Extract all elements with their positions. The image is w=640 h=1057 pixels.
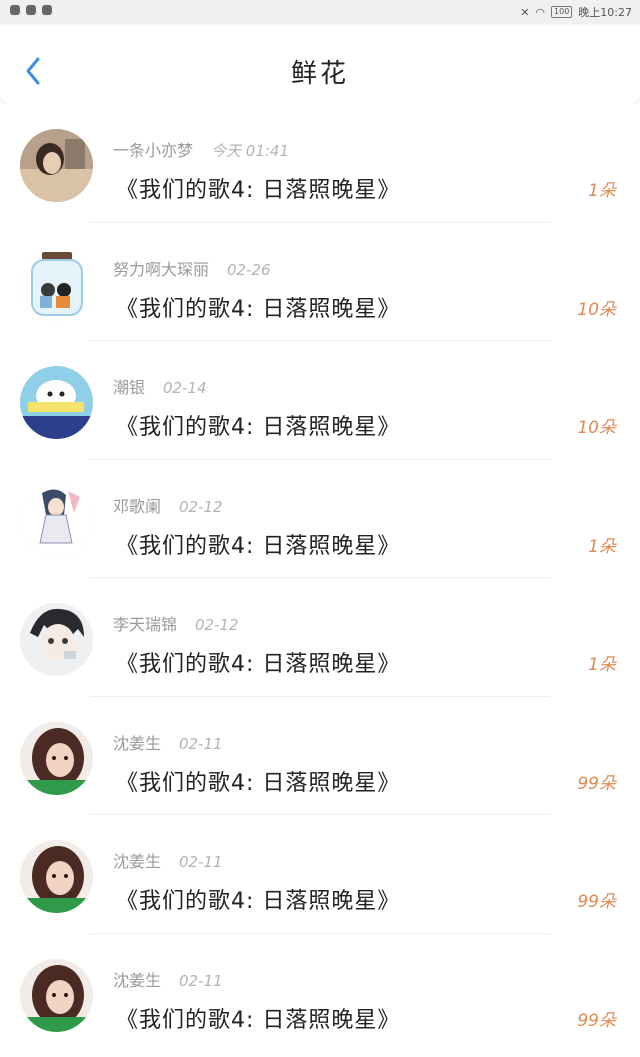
list-item[interactable]: 沈姜生 02-11 《我们的歌4: 日落照晚星》 99朵 [0, 934, 640, 1053]
wifi-icon: ◠ [535, 5, 546, 19]
sender-name[interactable]: 沈姜生 [113, 734, 161, 753]
gift-time: 02-11 [179, 734, 223, 753]
list-item[interactable]: 李天瑞锦 02-12 《我们的歌4: 日落照晚星》 1朵 [0, 578, 640, 697]
gift-time: 02-12 [195, 616, 239, 634]
gift-time: 今天 01:41 [211, 142, 290, 160]
navigation-header: 鲜花 [0, 26, 640, 104]
avatar[interactable] [20, 129, 93, 202]
song-title[interactable]: 《我们的歌4: 日落照晚星》 [116, 1002, 400, 1034]
gift-time: 02-11 [179, 971, 223, 990]
sender-name[interactable]: 沈姜生 [113, 971, 161, 990]
song-title[interactable]: 《我们的歌4: 日落照晚星》 [116, 646, 400, 678]
list-item[interactable]: 沈姜生 02-11 《我们的歌4: 日落照晚星》 99朵 [0, 815, 640, 934]
avatar[interactable] [20, 958, 93, 1032]
song-title[interactable]: 《我们的歌4: 日落照晚星》 [116, 409, 400, 441]
status-time: 晚上10:27 [578, 6, 632, 19]
sender-name[interactable]: 邓歌阑 [113, 497, 161, 516]
gift-time: 02-12 [179, 497, 223, 516]
battery-icon: 100 [551, 6, 573, 18]
status-bar: ✕ ◠ 100 晚上10:27 [0, 0, 640, 24]
song-title[interactable]: 《我们的歌4: 日落照晚星》 [116, 765, 400, 797]
sender-info: 沈姜生 02-11 [113, 848, 223, 872]
avatar[interactable] [20, 247, 93, 321]
list-item[interactable]: 努力啊大琛丽 02-26 《我们的歌4: 日落照晚星》 10朵 [0, 223, 640, 341]
page-title: 鲜花 [290, 59, 349, 89]
avatar[interactable] [20, 721, 93, 795]
flower-count: 10朵 [577, 418, 616, 438]
sender-info: 一条小亦梦 今天 01:41 [113, 137, 289, 161]
sender-info: 潮银 02-14 [113, 374, 207, 398]
flower-count: 1朵 [588, 536, 616, 557]
avatar[interactable] [20, 603, 93, 676]
song-title[interactable]: 《我们的歌4: 日落照晚星》 [116, 883, 400, 915]
qq-icon [26, 5, 36, 15]
sender-name[interactable]: 潮银 [113, 378, 145, 397]
flower-count: 99朵 [577, 773, 616, 794]
avatar[interactable] [20, 366, 93, 439]
flower-count: 10朵 [577, 299, 616, 320]
sender-info: 沈姜生 02-11 [113, 730, 223, 754]
list-item[interactable]: 沈姜生 02-11 《我们的歌4: 日落照晚星》 99朵 [0, 697, 640, 815]
sender-info: 努力啊大琛丽 02-26 [113, 256, 271, 280]
mute-icon: ✕ [520, 5, 530, 19]
list-item[interactable]: 一条小亦梦 今天 01:41 《我们的歌4: 日落照晚星》 1朵 [0, 104, 640, 223]
sender-info: 沈姜生 02-11 [113, 967, 223, 991]
song-title[interactable]: 《我们的歌4: 日落照晚星》 [116, 528, 400, 560]
sender-info: 邓歌阑 02-12 [113, 493, 223, 517]
list-item[interactable]: 邓歌阑 02-12 《我们的歌4: 日落照晚星》 1朵 [0, 460, 640, 578]
list-item[interactable]: 潮银 02-14 《我们的歌4: 日落照晚星》 10朵 [0, 341, 640, 460]
song-title[interactable]: 《我们的歌4: 日落照晚星》 [116, 172, 400, 204]
sender-name[interactable]: 努力啊大琛丽 [113, 260, 209, 279]
shield-icon [42, 5, 52, 15]
flower-gift-list: 一条小亦梦 今天 01:41 《我们的歌4: 日落照晚星》 1朵 努力啊大琛丽 02… [0, 104, 640, 1057]
flower-count: 99朵 [577, 892, 616, 912]
sender-name[interactable]: 一条小亦梦 [113, 141, 193, 160]
avatar[interactable] [20, 840, 93, 913]
song-title[interactable]: 《我们的歌4: 日落照晚星》 [116, 291, 400, 323]
sender-info: 李天瑞锦 02-12 [113, 611, 239, 635]
gift-time: 02-11 [179, 853, 223, 871]
system-status: ✕ ◠ 100 晚上10:27 [520, 4, 632, 20]
wechat-icon [10, 5, 20, 15]
flower-count: 99朵 [577, 1010, 616, 1031]
notification-icons [10, 5, 52, 15]
sender-name[interactable]: 沈姜生 [113, 852, 161, 871]
avatar[interactable] [20, 484, 93, 558]
gift-time: 02-26 [227, 260, 271, 279]
gift-time: 02-14 [163, 379, 207, 397]
sender-name[interactable]: 李天瑞锦 [113, 615, 177, 634]
flower-count: 1朵 [588, 655, 616, 675]
flower-count: 1朵 [588, 181, 616, 201]
